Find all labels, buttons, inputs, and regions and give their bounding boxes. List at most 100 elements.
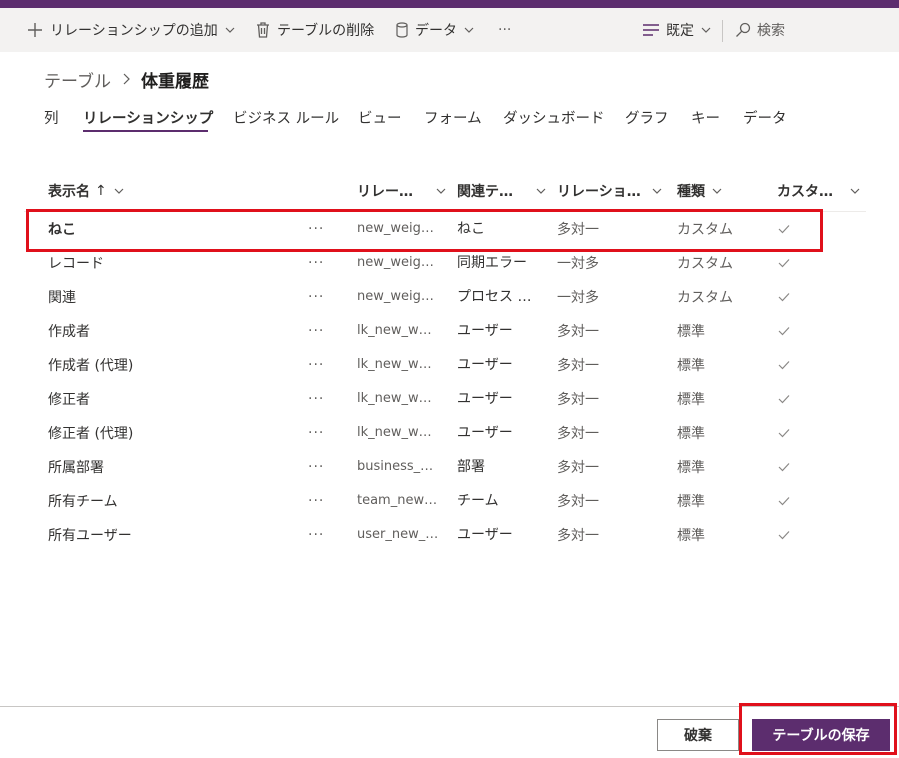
tab-forms[interactable]: フォーム [424,108,482,130]
chevron-down-icon [652,188,662,194]
chevron-down-icon [436,188,446,194]
app-top-accent-bar [0,0,899,8]
column-header-kind-label: 種類 [677,184,705,200]
row-relationship-type: 多対一 [557,392,599,408]
table-row[interactable]: 修正者 ··· lk_new_wei… ユーザー 多対一 標準 [24,382,866,416]
data-menu-label: データ [415,23,457,39]
delete-table-label: テーブルの削除 [277,23,375,39]
column-header-custom-label: カスタ… [777,184,833,200]
search-icon [736,22,751,37]
tab-relationships[interactable]: リレーションシップ [83,108,213,130]
table-row[interactable]: 所属部署 ··· business_u… 部署 多対一 標準 [24,450,866,484]
row-kind: 標準 [677,392,705,408]
checkmark-icon [778,450,790,484]
search-placeholder: 検索 [757,23,785,39]
row-related-table: ユーザー [457,527,513,543]
row-more-actions-button[interactable]: ··· [308,280,324,314]
table-row[interactable]: 作成者 ··· lk_new_wei… ユーザー 多対一 標準 [24,314,866,348]
command-bar-divider [722,20,723,42]
highlight-box-save-button [739,703,897,755]
highlight-box-selected-row [26,209,823,252]
table-header: 表示名 ↑ リレー… 関連テ… リレーショ… 種類 カスタ… [24,172,866,212]
tab-keys[interactable]: キー [691,108,720,130]
checkmark-icon [778,348,790,382]
column-header-related-table[interactable]: 関連テ… [457,172,547,210]
more-commands-button[interactable]: ··· [498,8,511,52]
view-selector-label: 既定 [666,23,694,39]
table-row[interactable]: 作成者 (代理) ··· lk_new_wei… ユーザー 多対一 標準 [24,348,866,382]
list-view-icon [643,24,659,36]
row-related-table: プロセス … [457,289,532,305]
view-selector-button[interactable]: 既定 [642,8,712,52]
add-relationship-button[interactable]: リレーションシップの追加 [26,8,236,52]
column-header-kind[interactable]: 種類 [677,172,723,210]
row-display-name: 所有ユーザー [48,528,132,544]
row-display-name: 作成者 (代理) [48,358,134,374]
tab-dashboards[interactable]: ダッシュボード [503,108,605,130]
column-header-schema-name-label: リレー… [357,184,413,200]
checkmark-icon [778,314,790,348]
chevron-right-icon [121,72,131,86]
tab-views[interactable]: ビュー [358,108,402,130]
row-display-name: 修正者 (代理) [48,426,134,442]
row-related-table: チーム [457,493,499,509]
row-schema-name: lk_new_wei… [357,323,439,338]
breadcrumb: テーブル 体重履歴 [44,66,209,92]
row-schema-name: team_new_… [357,493,439,508]
row-more-actions-button[interactable]: ··· [308,314,324,348]
row-related-table: ユーザー [457,391,513,407]
row-more-actions-button[interactable]: ··· [308,484,324,518]
row-schema-name: lk_new_wei… [357,425,439,440]
column-header-schema-name[interactable]: リレー… [357,172,447,210]
table-row[interactable]: 所有ユーザー ··· user_new_… ユーザー 多対一 標準 [24,518,866,552]
breadcrumb-tables-link[interactable]: テーブル [44,67,111,92]
row-display-name: 作成者 [48,324,90,340]
table-row[interactable]: 関連 ··· new_weigh… プロセス … 一対多 カスタム [24,280,866,314]
tab-columns[interactable]: 列 [44,108,59,130]
checkmark-icon [778,416,790,450]
column-header-related-table-label: 関連テ… [457,184,513,200]
search-box[interactable]: 検索 [735,8,785,52]
trash-icon [257,22,269,38]
page-title: 体重履歴 [140,71,209,92]
row-display-name: 所有チーム [48,494,118,510]
row-display-name: 関連 [48,290,76,306]
chevron-down-icon [464,27,474,33]
row-more-actions-button[interactable]: ··· [308,450,324,484]
row-kind: 標準 [677,494,705,510]
tab-business-rules[interactable]: ビジネス ルール [233,108,339,130]
more-commands-label: ··· [498,22,512,38]
chevron-down-icon [114,188,124,194]
row-relationship-type: 多対一 [557,358,599,374]
tab-data[interactable]: データ [743,108,787,130]
active-tab-indicator [83,130,208,132]
column-header-display-name[interactable]: 表示名 ↑ [48,172,125,210]
column-header-relationship-type[interactable]: リレーショ… [557,172,663,210]
row-relationship-type: 一対多 [557,290,599,306]
row-schema-name: lk_new_wei… [357,391,439,406]
checkmark-icon [778,280,790,314]
row-related-table: ユーザー [457,357,513,373]
row-kind: 標準 [677,460,705,476]
row-more-actions-button[interactable]: ··· [308,518,324,552]
row-more-actions-button[interactable]: ··· [308,348,324,382]
chevron-down-icon [225,27,235,33]
data-menu-button[interactable]: データ [395,8,475,52]
command-bar: リレーションシップの追加 テーブルの削除 データ ··· 既定 検索 [0,8,899,52]
column-header-relationship-type-label: リレーショ… [557,184,641,200]
row-more-actions-button[interactable]: ··· [308,382,324,416]
discard-button[interactable]: 破棄 [657,719,739,751]
row-more-actions-button[interactable]: ··· [308,416,324,450]
chevron-down-icon [850,188,860,194]
tab-charts[interactable]: グラフ [625,108,669,130]
chevron-down-icon [536,188,546,194]
table-row[interactable]: 所有チーム ··· team_new_… チーム 多対一 標準 [24,484,866,518]
column-header-custom[interactable]: カスタ… [777,172,861,210]
row-relationship-type: 多対一 [557,324,599,340]
delete-table-button[interactable]: テーブルの削除 [255,8,374,52]
chevron-down-icon [701,27,711,33]
row-schema-name: new_weigh… [357,289,439,304]
row-kind: 標準 [677,324,705,340]
row-display-name: 修正者 [48,392,90,408]
table-row[interactable]: 修正者 (代理) ··· lk_new_wei… ユーザー 多対一 標準 [24,416,866,450]
